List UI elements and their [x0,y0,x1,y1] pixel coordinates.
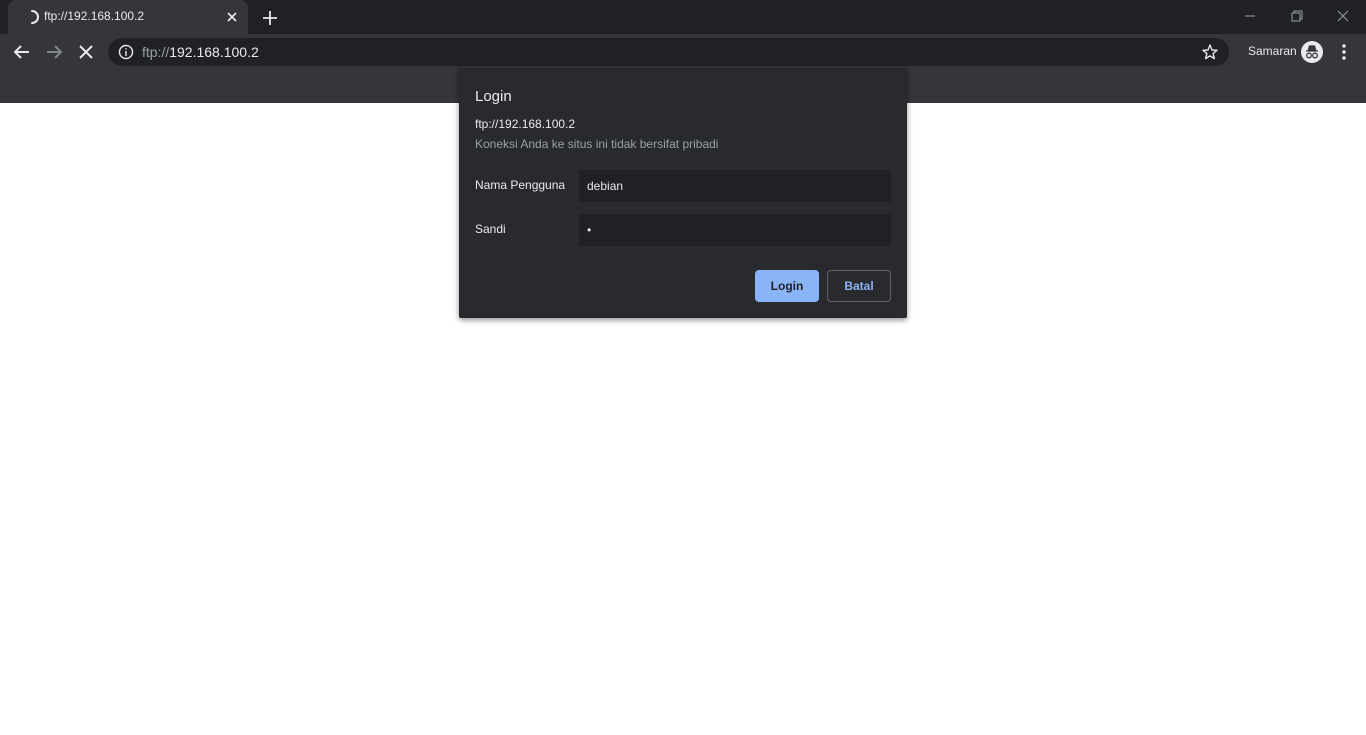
back-arrow-icon[interactable] [12,42,32,62]
url-text[interactable]: ftp://192.168.100.2 [142,44,259,60]
dialog-warning: Koneksi Anda ke situs ini tidak bersifat… [475,137,719,151]
username-label: Nama Pengguna [475,178,566,192]
profile-label[interactable]: Samaran [1248,44,1297,58]
password-field[interactable]: • [579,214,891,246]
dialog-host: ftp://192.168.100.2 [475,117,576,131]
new-tab-icon[interactable] [260,8,280,28]
password-label: Sandi [475,222,506,236]
url-host: 192.168.100.2 [169,44,259,60]
browser-tab[interactable]: ftp://192.168.100.2 [8,0,248,34]
login-button[interactable]: Login [755,270,819,302]
more-menu-icon[interactable] [1336,42,1352,62]
forward-arrow-icon[interactable] [44,42,64,62]
close-icon[interactable] [224,9,240,25]
loading-spinner-icon [31,10,39,24]
tab-title: ftp://192.168.100.2 [44,9,145,23]
window-close-icon[interactable] [1333,6,1353,26]
tab-strip: ftp://192.168.100.2 [0,0,1366,34]
minimize-icon[interactable] [1240,6,1260,26]
stop-loading-icon[interactable] [76,42,96,62]
login-dialog: Login ftp://192.168.100.2 Koneksi Anda k… [459,68,907,318]
cancel-button[interactable]: Batal [827,270,891,302]
address-bar[interactable]: ftp://192.168.100.2 [108,38,1229,66]
incognito-icon[interactable] [1301,41,1323,63]
toolbar: ftp://192.168.100.2 Samaran [0,34,1366,70]
username-field[interactable]: debian [579,170,891,202]
bookmark-star-icon[interactable] [1201,43,1219,61]
dialog-title: Login [475,88,512,105]
info-icon[interactable] [118,44,134,60]
url-scheme: ftp:// [142,44,170,60]
restore-icon[interactable] [1287,6,1307,26]
